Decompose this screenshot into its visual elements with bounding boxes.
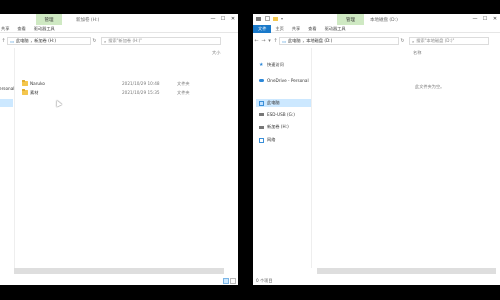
nav-item-quick-access[interactable]: ★ 快速访问: [259, 61, 284, 69]
details-view-icon[interactable]: [223, 278, 229, 284]
address-row: ← → ▾ ↑ ▭ 此电脑 › 本地磁盘 (D:) ↻ ⌕ 搜索"本地磁盘 (D…: [253, 36, 500, 46]
column-name-label: 名称: [413, 49, 422, 55]
tab-drive-tools[interactable]: 驱动器工具: [30, 25, 59, 33]
file-name: Naruko: [30, 81, 45, 86]
new-folder-icon[interactable]: [273, 17, 278, 21]
search-icon: ⌕: [104, 38, 107, 44]
tab-file[interactable]: 文件: [253, 24, 272, 33]
file-type: 文件夹: [177, 89, 190, 95]
item-count: 0 个项目: [256, 277, 273, 283]
breadcrumb-drive[interactable]: 新加卷 (H:): [34, 38, 56, 44]
nav-pane-partial-label: ersonal: [0, 86, 15, 91]
column-header-size[interactable]: 大小: [212, 48, 220, 57]
title-bar: ▾ 管理 本地磁盘 (D:) — ☐ ✕: [253, 14, 500, 25]
computer-icon: ▭: [10, 38, 14, 44]
horizontal-scrollbar[interactable]: [14, 268, 224, 274]
nav-pane-partial-item[interactable]: ersonal: [0, 84, 14, 93]
drive-icon: [256, 17, 261, 21]
tab-drive-tools[interactable]: 驱动器工具: [321, 25, 350, 33]
column-size-label: 大小: [212, 49, 221, 55]
search-placeholder: 搜索"新加卷 (H:)": [108, 38, 143, 43]
computer-icon: [259, 100, 264, 106]
nav-item-label: 新加卷 (H:): [267, 124, 289, 129]
nav-item-volume-h[interactable]: 新加卷 (H:): [259, 123, 289, 131]
minimize-button[interactable]: —: [470, 14, 480, 24]
forward-arrow-icon[interactable]: →: [260, 36, 267, 46]
back-arrow-icon[interactable]: ←: [253, 36, 260, 46]
computer-icon: ▭: [282, 38, 286, 44]
usb-drive-icon: [259, 112, 264, 116]
properties-icon[interactable]: [265, 16, 270, 21]
close-button[interactable]: ✕: [228, 14, 238, 24]
nav-item-label: 快速访问: [267, 62, 284, 67]
search-icon: ⌕: [412, 38, 415, 44]
nav-item-label: 网络: [267, 137, 276, 142]
empty-folder-message: 此文件夹为空。: [415, 84, 445, 89]
chevron-right-icon: ›: [302, 38, 305, 44]
maximize-button[interactable]: ☐: [480, 14, 490, 24]
file-date: 2021/10/29 15:35: [122, 90, 160, 95]
search-placeholder: 搜索"本地磁盘 (D:)": [416, 38, 455, 43]
drive-icon: [259, 125, 264, 129]
nav-item-usb[interactable]: ESD-USB (G:): [259, 110, 295, 118]
tab-view[interactable]: 查看: [13, 25, 29, 33]
chevron-right-icon: ›: [30, 38, 33, 44]
window-title: 本地磁盘 (D:): [370, 18, 398, 23]
refresh-icon[interactable]: ↻: [91, 36, 98, 46]
tab-share[interactable]: 共享: [0, 25, 13, 33]
close-button[interactable]: ✕: [490, 14, 500, 24]
ribbon-tabs: 文件 主页 共享 查看 驱动器工具: [253, 24, 500, 33]
search-input[interactable]: ⌕ 搜索"本地磁盘 (D:)": [409, 37, 489, 45]
network-icon: [259, 137, 264, 143]
nav-pane-divider[interactable]: [311, 48, 312, 268]
address-bar[interactable]: ▭ 此电脑 › 本地磁盘 (D:): [279, 37, 399, 45]
search-input[interactable]: ⌕ 搜索"新加卷 (H:)": [101, 37, 221, 45]
up-arrow-icon[interactable]: ↑: [0, 36, 7, 46]
horizontal-scrollbar[interactable]: [317, 268, 496, 274]
breadcrumb-drive[interactable]: 本地磁盘 (D:): [306, 38, 332, 44]
nav-item-label: OneDrive - Personal: [267, 77, 309, 83]
up-arrow-icon[interactable]: ↑: [272, 36, 279, 46]
nav-item-label: 此电脑: [267, 100, 280, 105]
tab-share[interactable]: 共享: [288, 25, 304, 33]
file-row[interactable]: 素材 2021/10/29 15:35 文件夹: [22, 88, 190, 97]
breadcrumb-this-pc[interactable]: 此电脑: [288, 38, 301, 44]
nav-pane-divider[interactable]: [14, 48, 15, 268]
nav-item-label: ESD-USB (G:): [267, 111, 295, 117]
address-row: ↑ ▭ 此电脑 › 新加卷 (H:) ↻ ⌕ 搜索"新加卷 (H:)": [0, 36, 238, 46]
nav-item-onedrive[interactable]: OneDrive - Personal: [259, 76, 309, 84]
breadcrumb-this-pc[interactable]: 此电脑: [16, 38, 29, 44]
cloud-icon: [259, 78, 264, 82]
maximize-button[interactable]: ☐: [218, 14, 228, 24]
refresh-icon[interactable]: ↻: [399, 36, 406, 46]
file-date: 2021/10/29 10:48: [122, 81, 160, 86]
file-type: 文件夹: [177, 80, 190, 86]
tab-home[interactable]: 主页: [271, 25, 287, 33]
ribbon-tabs: 共享 查看 驱动器工具: [0, 25, 238, 33]
file-name: 素材: [30, 89, 39, 95]
folder-icon: [22, 89, 28, 95]
folder-icon: [22, 80, 28, 86]
star-icon: ★: [259, 61, 264, 68]
tab-view[interactable]: 查看: [304, 25, 320, 33]
address-bar[interactable]: ▭ 此电脑 › 新加卷 (H:): [7, 37, 91, 45]
explorer-window-right: ▾ 管理 本地磁盘 (D:) — ☐ ✕ 文件 主页 共享 查看 驱动器工具 ←…: [253, 14, 500, 285]
explorer-window-left: 管理 新加卷 (H:) — ☐ ✕ 共享 查看 驱动器工具 ↑ ▭ 此电脑 › …: [0, 14, 238, 285]
column-header-name[interactable]: 名称: [413, 48, 421, 57]
status-bar: 0 个项目: [253, 276, 500, 285]
minimize-button[interactable]: —: [208, 14, 218, 24]
mouse-cursor-icon: [54, 99, 62, 107]
title-bar: 管理 新加卷 (H:) — ☐ ✕: [0, 14, 238, 25]
large-icons-view-icon[interactable]: [230, 278, 236, 284]
manage-context-tab[interactable]: 管理: [337, 14, 364, 25]
customize-toolbar-icon[interactable]: ▾: [281, 16, 283, 21]
window-title: 新加卷 (H:): [76, 18, 100, 23]
nav-item-network[interactable]: 网络: [259, 136, 275, 144]
nav-pane-selected-item[interactable]: [0, 99, 13, 107]
file-row[interactable]: Naruko 2021/10/29 10:48 文件夹: [22, 79, 190, 88]
nav-item-this-pc[interactable]: 此电脑: [256, 99, 311, 107]
manage-context-tab[interactable]: 管理: [36, 14, 62, 25]
